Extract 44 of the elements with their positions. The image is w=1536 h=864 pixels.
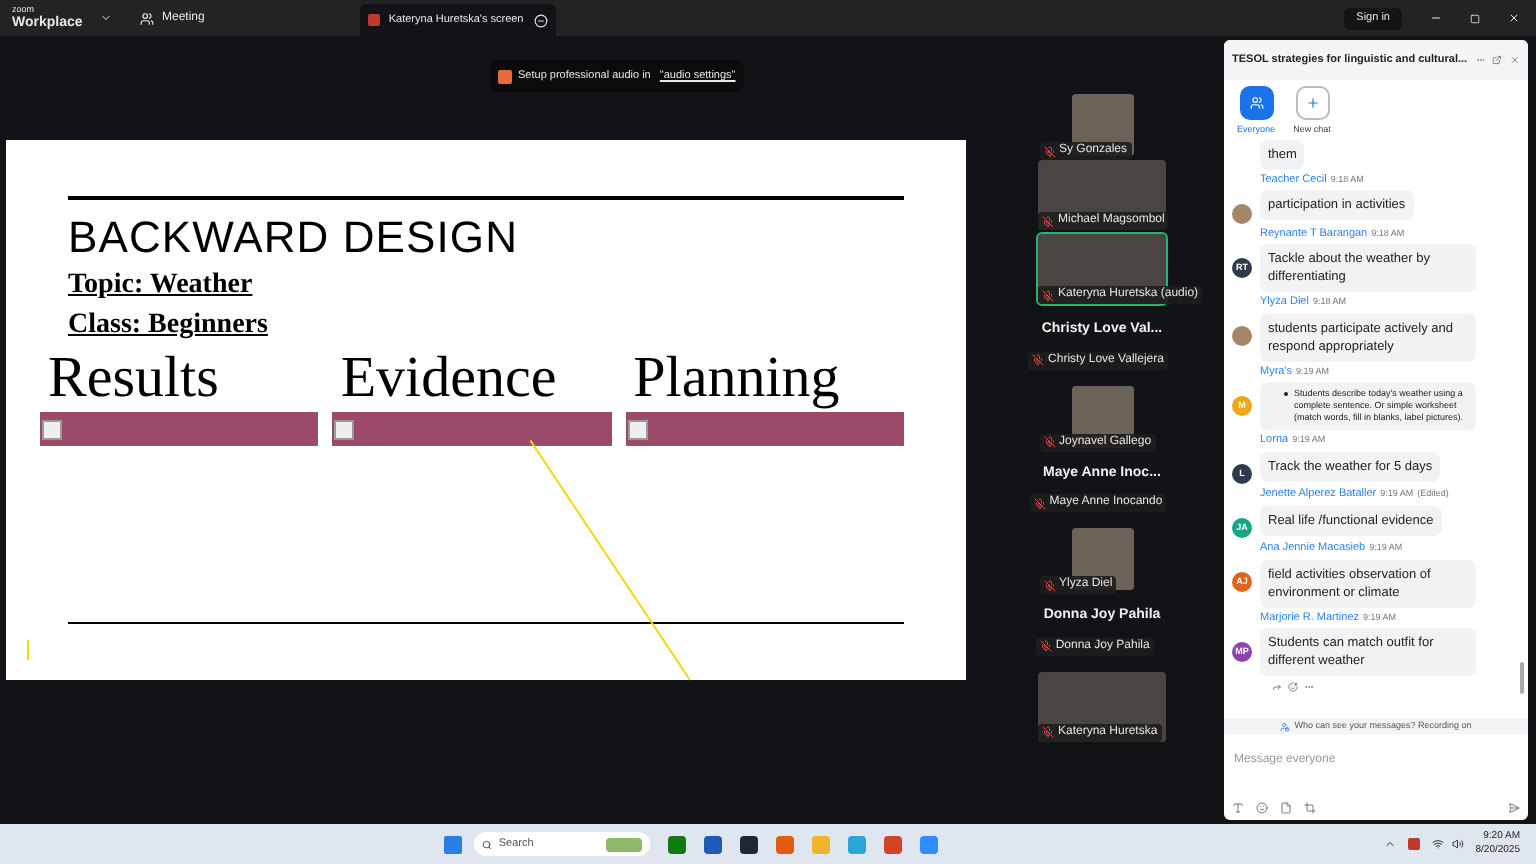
emoji-icon[interactable]: [1256, 802, 1268, 814]
send-icon[interactable]: [1508, 802, 1520, 814]
muted-mic-icon: [1043, 145, 1055, 157]
minus-circle-icon[interactable]: [534, 13, 549, 27]
file-icon[interactable]: [1280, 802, 1292, 814]
checkbox-icon: [42, 419, 62, 439]
tray-app-icon[interactable]: [1407, 838, 1420, 850]
chevron-icon[interactable]: [100, 12, 112, 24]
column-heading: Evidence: [338, 344, 559, 412]
chevron-up-icon[interactable]: [1383, 838, 1396, 850]
slide-title: BACKWARD DESIGN: [68, 216, 521, 260]
checkbox-icon: [334, 419, 355, 439]
pen-mark-drawing: [26, 640, 32, 660]
minimize-icon[interactable]: [1430, 12, 1442, 24]
muted-mic-icon: [1039, 640, 1052, 652]
checkbox-icon: [627, 419, 648, 439]
reply-icon[interactable]: [1272, 682, 1282, 693]
pop-out-icon[interactable]: [1492, 54, 1503, 66]
muted-mic-icon: [1032, 354, 1045, 366]
reaction-icon[interactable]: [1288, 682, 1298, 693]
volume-icon[interactable]: [1451, 838, 1464, 850]
plus-icon: [1305, 96, 1319, 110]
muted-mic-icon: [1033, 497, 1046, 509]
network-icon[interactable]: [1431, 838, 1444, 850]
muted-mic-icon: [1042, 289, 1054, 301]
screenshot-icon[interactable]: [1304, 802, 1316, 814]
people-icon: [140, 11, 154, 25]
group-icon: [1249, 96, 1263, 110]
column-heading: Planning: [631, 344, 842, 412]
muted-mic-icon: [1043, 579, 1055, 591]
avatar-photo: [1232, 203, 1252, 224]
search-icon: [482, 839, 493, 849]
privacy-icon: [1280, 721, 1291, 731]
slide-topic: Topic: Weather: [68, 272, 255, 300]
column-heading: Results: [46, 344, 221, 412]
start-icon[interactable]: [444, 835, 463, 853]
muted-mic-icon: [1043, 436, 1055, 448]
maximize-icon[interactable]: [1470, 13, 1480, 23]
scrollbar: [1520, 661, 1524, 694]
slide-class: Class: Beginners: [68, 312, 270, 340]
text-format-icon[interactable]: [1232, 802, 1244, 814]
avatar-photo: [1232, 326, 1252, 347]
muted-mic-icon: [1042, 726, 1054, 738]
muted-mic-icon: [1042, 215, 1054, 227]
